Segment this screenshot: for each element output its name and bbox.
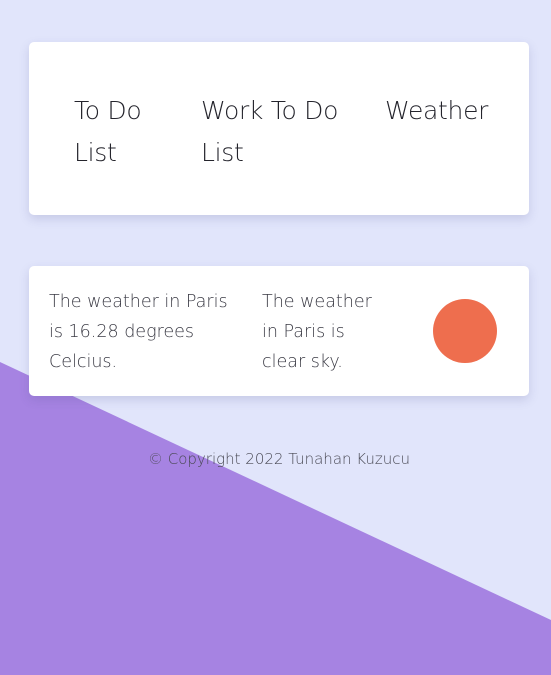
navigation-card: To Do List Work To Do List Weather xyxy=(29,42,529,215)
footer-copyright: © Copyright 2022 Tunahan Kuzucu xyxy=(147,450,411,468)
nav-link-weather[interactable]: Weather xyxy=(385,90,515,132)
weather-description-text: The weather in Paris is clear sky. xyxy=(262,292,372,372)
sun-icon xyxy=(433,299,497,363)
weather-temperature-text: The weather in Paris is 16.28 degrees Ce… xyxy=(49,292,228,372)
weather-card: The weather in Paris is 16.28 degrees Ce… xyxy=(29,266,529,396)
purple-diagonal-shape xyxy=(0,362,551,675)
nav-link-work-todo-list[interactable]: Work To Do List xyxy=(201,90,376,174)
nav-link-todo-list[interactable]: To Do List xyxy=(74,90,184,174)
